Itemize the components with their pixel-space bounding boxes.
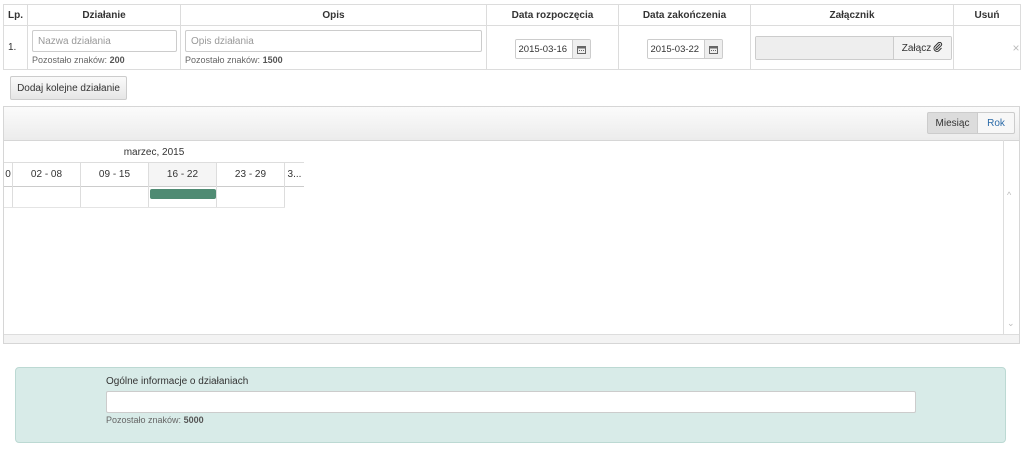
end-date-input[interactable]	[647, 40, 704, 58]
action-name-input[interactable]	[32, 30, 177, 52]
remaining-label: Pozostało znaków:	[185, 55, 261, 65]
gantt-row	[4, 185, 285, 208]
action-description-input[interactable]	[185, 30, 482, 52]
remaining-count: 200	[109, 55, 125, 65]
col-header-description: Opis	[180, 4, 487, 26]
gantt-chart: Miesiąc Rok marzec, 2015 0 02 - 08 09 - …	[3, 106, 1020, 344]
table-row: 1. Pozostało znaków: 200 Pozostało znakó…	[3, 25, 1021, 70]
gantt-toolbar: Miesiąc Rok	[4, 107, 1019, 141]
row-number: 1.	[3, 25, 28, 70]
view-month-button[interactable]: Miesiąc	[927, 112, 978, 134]
gantt-cell	[81, 185, 149, 207]
gantt-body	[4, 185, 1004, 343]
calendar-icon[interactable]	[703, 40, 722, 58]
general-info-label: Ogólne informacje o działaniach	[106, 376, 249, 387]
gantt-cell	[13, 185, 81, 207]
col-header-delete: Usuń	[953, 4, 1021, 26]
delete-cell: ×	[953, 25, 1021, 70]
col-header-start-date: Data rozpoczęcia	[486, 4, 619, 26]
action-description-remaining: Pozostało znaków: 1500	[185, 55, 486, 65]
table-header-row: Lp. Działanie Opis Data rozpoczęcia Data…	[3, 4, 1021, 26]
general-info-remaining: Pozostało znaków: 5000	[106, 415, 204, 425]
gantt-task-bar[interactable]	[150, 189, 216, 199]
col-header-end-date: Data zakończenia	[618, 4, 751, 26]
start-date-input[interactable]	[515, 40, 572, 58]
end-date-picker	[646, 39, 723, 59]
scroll-down-icon[interactable]: ⌄	[1007, 318, 1015, 329]
attach-button[interactable]: Załącz	[893, 37, 951, 59]
attachment-cell: Załącz	[750, 25, 954, 70]
action-name-cell: Pozostało znaków: 200	[27, 25, 181, 70]
gantt-month-label: marzec, 2015	[123, 147, 185, 158]
col-header-attachment: Załącznik	[750, 4, 954, 26]
start-date-picker	[514, 39, 591, 59]
add-action-button[interactable]: Dodaj kolejne działanie	[10, 76, 127, 100]
general-info-panel: Ogólne informacje o działaniach Pozostał…	[15, 367, 1006, 443]
attachment-control: Załącz	[755, 36, 952, 60]
gantt-cell	[217, 185, 285, 207]
general-info-input[interactable]	[106, 391, 916, 413]
week-column-header: 0	[4, 163, 13, 186]
actions-table: Lp. Działanie Opis Data rozpoczęcia Data…	[3, 4, 1021, 70]
gantt-vertical-scrollbar[interactable]: ^ ⌄	[1003, 140, 1019, 343]
week-column-header: 02 - 08	[13, 163, 81, 186]
week-column-header: 23 - 29	[217, 163, 285, 186]
week-column-header: 3...	[287, 169, 302, 180]
gantt-header: marzec, 2015 0 02 - 08 09 - 15 16 - 22 2…	[4, 140, 1004, 187]
remaining-count: 5000	[183, 415, 204, 425]
gantt-weeks: 0 02 - 08 09 - 15 16 - 22 23 - 29 3...	[4, 162, 304, 187]
attachment-file-field[interactable]	[756, 37, 893, 59]
col-header-lp: Lp.	[3, 4, 28, 26]
col-header-action: Działanie	[27, 4, 181, 26]
end-date-cell	[618, 25, 751, 70]
action-name-remaining: Pozostało znaków: 200	[32, 55, 180, 65]
calendar-icon[interactable]	[571, 40, 590, 58]
remaining-count: 1500	[262, 55, 283, 65]
delete-icon[interactable]: ×	[1012, 41, 1019, 55]
start-date-cell	[486, 25, 619, 70]
week-column-header: 16 - 22	[149, 163, 217, 186]
gantt-cell	[4, 185, 13, 207]
remaining-label: Pozostało znaków:	[32, 55, 108, 65]
week-column-header: 09 - 15	[81, 163, 149, 186]
scroll-up-icon[interactable]: ^	[1007, 190, 1011, 200]
remaining-label: Pozostało znaków:	[106, 415, 182, 425]
gantt-horizontal-scrollbar[interactable]	[4, 334, 1019, 343]
action-description-cell: Pozostało znaków: 1500	[180, 25, 487, 70]
paperclip-icon	[933, 41, 943, 55]
attach-button-label: Załącz	[901, 42, 932, 54]
view-year-button[interactable]: Rok	[977, 112, 1015, 134]
